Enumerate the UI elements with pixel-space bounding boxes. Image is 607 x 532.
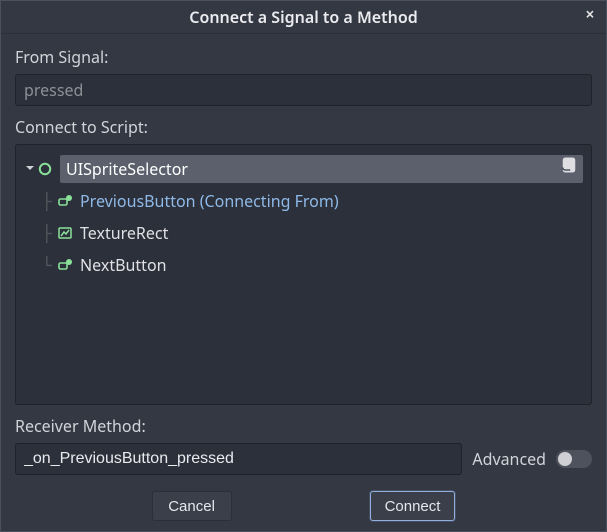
advanced-toggle[interactable] [556,450,592,468]
titlebar: Connect a Signal to a Method × [1,1,606,34]
tree-branch-icon: ├ [42,224,54,243]
tree-branch-icon: ├ [42,192,54,211]
tree-item-label: TextureRect [80,222,168,244]
close-icon: × [585,3,594,25]
tree-root-name: UISpriteSelector [60,155,583,183]
node-ring-icon [36,160,54,178]
connect-button[interactable]: Connect [370,491,456,521]
chevron-down-icon[interactable] [24,161,36,178]
connect-to-script-label: Connect to Script: [15,116,592,138]
receiver-method-label: Receiver Method: [15,415,592,437]
tree-row[interactable]: └ NextButton [24,249,583,281]
from-signal-value: pressed [24,79,83,101]
from-signal-label: From Signal: [15,46,592,68]
cancel-button[interactable]: Cancel [152,491,232,521]
tree-row[interactable]: ├ TextureRect [24,217,583,249]
close-button[interactable]: × [580,5,600,25]
receiver-method-input[interactable] [15,443,462,475]
connect-signal-dialog: Connect a Signal to a Method × From Sign… [0,0,607,532]
image-rect-icon [56,224,74,242]
scene-tree[interactable]: UISpriteSelector ├ PreviousButton (Conne… [15,144,592,405]
dialog-body: From Signal: pressed Connect to Script: … [1,34,606,485]
from-signal-field: pressed [15,74,592,106]
button-icon [56,256,74,274]
advanced-label: Advanced [472,448,546,470]
dialog-button-row: Cancel Connect [1,485,606,531]
dialog-title: Connect a Signal to a Method [189,6,418,28]
receiver-row: Advanced [15,443,592,475]
tree-row-root[interactable]: UISpriteSelector [24,153,583,185]
tree-row[interactable]: ├ PreviousButton (Connecting From) [24,185,583,217]
button-icon [56,192,74,210]
script-icon[interactable] [559,155,579,175]
tree-item-label: PreviousButton (Connecting From) [80,190,339,212]
tree-item-label: NextButton [80,254,167,276]
tree-branch-icon: └ [42,256,54,275]
